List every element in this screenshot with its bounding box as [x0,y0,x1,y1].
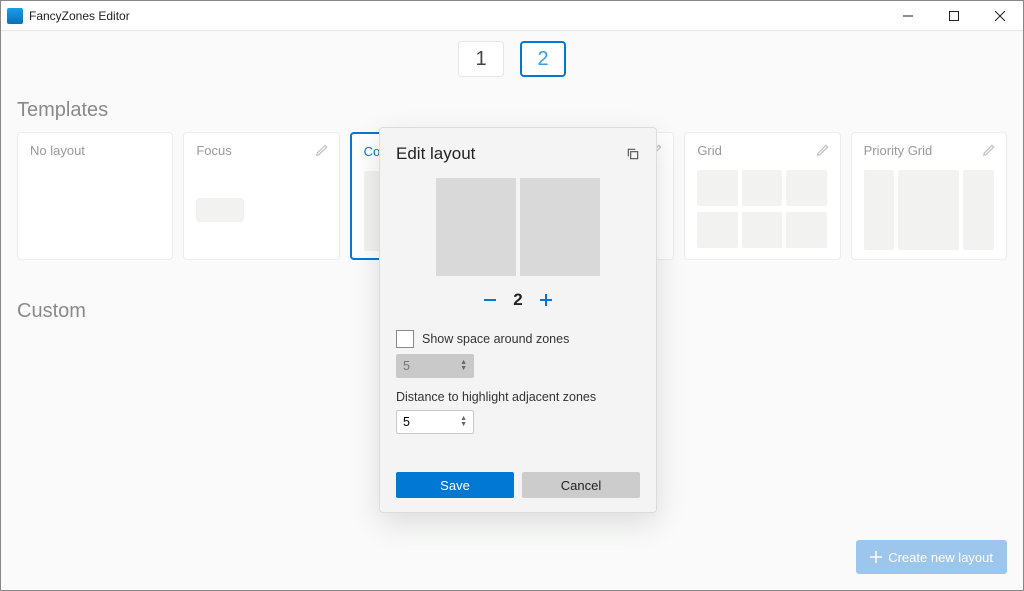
distance-value-input[interactable]: 5 ▲▼ [396,410,474,434]
template-preview [196,170,326,250]
minimize-button[interactable] [885,1,931,31]
show-space-checkbox[interactable] [396,330,414,348]
modal-preview [396,178,640,276]
modal-buttons: Save Cancel [396,472,640,498]
save-button[interactable]: Save [396,472,514,498]
monitor-tabs: 1 2 [1,31,1023,93]
zone-count-value: 2 [513,290,522,310]
space-value-input: 5 ▲▼ [396,354,474,378]
template-preview [864,170,994,250]
create-button-label: Create new layout [888,550,993,565]
plus-icon[interactable] [539,293,553,307]
monitor-tab-2[interactable]: 2 [520,41,566,77]
app-icon [7,8,23,24]
monitor-tab-1[interactable]: 1 [458,41,504,77]
distance-label: Distance to highlight adjacent zones [396,390,640,404]
copy-icon[interactable] [626,147,640,161]
pencil-icon[interactable] [315,143,329,157]
create-new-layout-button[interactable]: Create new layout [856,540,1007,574]
zone-count-stepper: 2 [396,290,640,310]
template-label: Grid [697,143,827,158]
chevron-updown-icon[interactable]: ▲▼ [460,416,467,428]
template-label: No layout [30,143,160,158]
template-label: Focus [196,143,326,158]
template-no-layout[interactable]: No layout [17,132,173,260]
edit-layout-modal: Edit layout 2 Show space [379,127,657,513]
template-preview [697,170,827,250]
content-area: 1 2 Templates No layout Focus Columns [1,31,1023,590]
maximize-button[interactable] [931,1,977,31]
pencil-icon[interactable] [982,143,996,157]
template-priority-grid[interactable]: Priority Grid [851,132,1007,260]
pencil-icon[interactable] [816,143,830,157]
window-title: FancyZones Editor [29,9,130,23]
cancel-button[interactable]: Cancel [522,472,640,498]
chevron-updown-icon: ▲▼ [460,360,467,372]
template-grid[interactable]: Grid [684,132,840,260]
titlebar: FancyZones Editor [1,1,1023,31]
template-preview [30,170,160,250]
close-button[interactable] [977,1,1023,31]
template-label: Priority Grid [864,143,994,158]
minus-icon[interactable] [483,293,497,307]
show-space-label: Show space around zones [422,332,569,346]
show-space-checkbox-row: Show space around zones [396,330,640,348]
plus-icon [870,551,882,563]
app-window: FancyZones Editor 1 2 Templates No layou… [0,0,1024,591]
template-focus[interactable]: Focus [183,132,339,260]
templates-heading: Templates [17,99,1023,122]
modal-title: Edit layout [396,144,475,164]
